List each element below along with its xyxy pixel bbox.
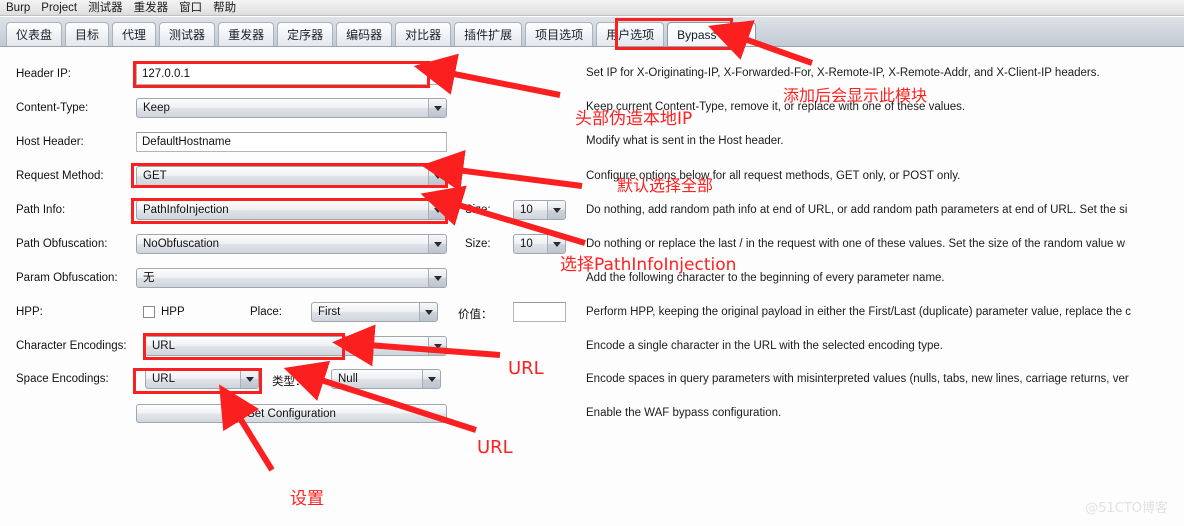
set-configuration-desc: Enable the WAF bypass configuration. [586,407,782,419]
space-encodings-select[interactable]: URL [145,369,259,389]
path-obfuscation-size-value: 10 [520,238,533,250]
space-encodings-type-label: 类型： [272,376,307,388]
chevron-down-icon[interactable] [547,235,565,253]
tab-comparer[interactable]: 对比器 [395,22,452,46]
path-obfuscation-size-select[interactable]: 10 [513,234,566,254]
character-encodings-value: URL [152,340,176,352]
path-obfuscation-value: NoObfuscation [143,238,220,250]
host-header-label: Host Header: [16,136,84,148]
header-ip-desc: Set IP for X-Originating-IP, X-Forwarded… [586,67,1100,79]
hpp-place-label: Place: [250,306,282,318]
space-encodings-label: Space Encodings: [16,373,109,385]
tab-project-options[interactable]: 项目选项 [525,22,594,46]
request-method-value: GET [143,170,167,182]
content-type-select[interactable]: Keep [136,98,447,118]
hpp-label: HPP: [16,306,43,318]
host-header-desc: Modify what is sent in the Host header. [586,135,784,147]
path-info-desc: Do nothing, add random path info at end … [586,204,1128,216]
path-obfuscation-label: Path Obfuscation: [16,238,108,250]
tab-repeater[interactable]: 重发器 [218,22,275,46]
main-tab-strip: 仪表盘 目标 代理 测试器 重发器 定序器 编码器 对比器 插件扩展 项目选项 … [0,17,1184,47]
character-encodings-label: Character Encodings: [16,340,127,352]
chevron-down-icon[interactable] [419,303,437,321]
param-obfuscation-select[interactable]: 无 [136,268,447,288]
character-encodings-desc: Encode a single character in the URL wit… [586,340,943,352]
chevron-down-icon[interactable] [428,337,446,355]
host-header-input[interactable]: DefaultHostname [136,132,447,152]
menu-item-project[interactable]: Project [41,1,77,15]
tab-dashboard[interactable]: 仪表盘 [6,22,63,46]
content-type-label: Content-Type: [16,102,89,114]
chevron-down-icon[interactable] [547,201,565,219]
space-encodings-type-value: Null [338,373,358,385]
path-info-value: PathInfoInjection [143,204,229,216]
menu-item-intruder[interactable]: 测试器 [88,1,123,15]
tab-target[interactable]: 目标 [65,22,110,46]
chevron-down-icon[interactable] [428,99,446,117]
bypass-waf-panel: Header IP: 127.0.0.1 Set IP for X-Origin… [0,47,1184,526]
chevron-down-icon[interactable] [240,370,258,388]
tab-proxy[interactable]: 代理 [112,22,157,46]
chevron-down-icon[interactable] [422,370,440,388]
chevron-down-icon[interactable] [428,201,446,219]
hpp-desc: Perform HPP, keeping the original payloa… [586,306,1132,318]
menu-item-help[interactable]: 帮助 [213,1,236,15]
param-obfuscation-label: Param Obfuscation: [16,272,118,284]
path-info-size-label: Size: [465,204,491,216]
param-obfuscation-value: 无 [143,272,155,284]
header-ip-input[interactable]: 127.0.0.1 [136,63,447,85]
hpp-value-input[interactable] [513,302,566,322]
hpp-checkbox[interactable] [143,306,155,318]
path-info-size-value: 10 [520,204,533,216]
request-method-desc: Configure options below for all request … [586,170,961,182]
content-type-desc: Keep current Content-Type, remove it, or… [586,101,966,113]
hpp-checkbox-label: HPP [161,306,185,318]
tab-intruder[interactable]: 测试器 [159,22,216,46]
path-info-label: Path Info: [16,204,66,216]
tab-bypass-waf[interactable]: Bypass WAF [667,22,757,46]
chevron-down-icon[interactable] [428,235,446,253]
set-configuration-button[interactable]: Set Configuration [136,404,447,423]
chevron-down-icon[interactable] [428,269,446,287]
space-encodings-type-select[interactable]: Null [331,369,441,389]
request-method-label: Request Method: [16,170,104,182]
path-info-select[interactable]: PathInfoInjection [136,200,447,220]
hpp-value-label: 价值： [458,309,493,321]
tab-decoder[interactable]: 编码器 [336,22,393,46]
path-info-size-select[interactable]: 10 [513,200,566,220]
menu-bar: Burp Project 测试器 重发器 窗口 帮助 [0,0,1184,16]
hpp-place-value: First [318,306,341,318]
space-encodings-value: URL [152,373,176,385]
menu-item-burp[interactable]: Burp [6,1,30,15]
param-obfuscation-desc: Add the following character to the begin… [586,272,945,284]
content-type-value: Keep [143,102,170,114]
request-method-select[interactable]: GET [136,166,447,186]
watermark: @51CTO博客 [1085,501,1168,516]
hpp-place-select[interactable]: First [311,302,438,322]
space-encodings-desc: Encode spaces in query parameters with m… [586,373,1129,385]
tab-user-options[interactable]: 用户选项 [596,22,665,46]
path-obfuscation-select[interactable]: NoObfuscation [136,234,447,254]
character-encodings-select[interactable]: URL [145,336,447,356]
tab-sequencer[interactable]: 定序器 [277,22,334,46]
menu-item-window[interactable]: 窗口 [179,1,202,15]
menu-item-repeater[interactable]: 重发器 [134,1,169,15]
path-obfuscation-desc: Do nothing or replace the last / in the … [586,238,1125,250]
header-ip-label: Header IP: [16,68,71,80]
path-obfuscation-size-label: Size: [465,238,491,250]
tab-extender[interactable]: 插件扩展 [454,22,523,46]
chevron-down-icon[interactable] [428,167,446,185]
